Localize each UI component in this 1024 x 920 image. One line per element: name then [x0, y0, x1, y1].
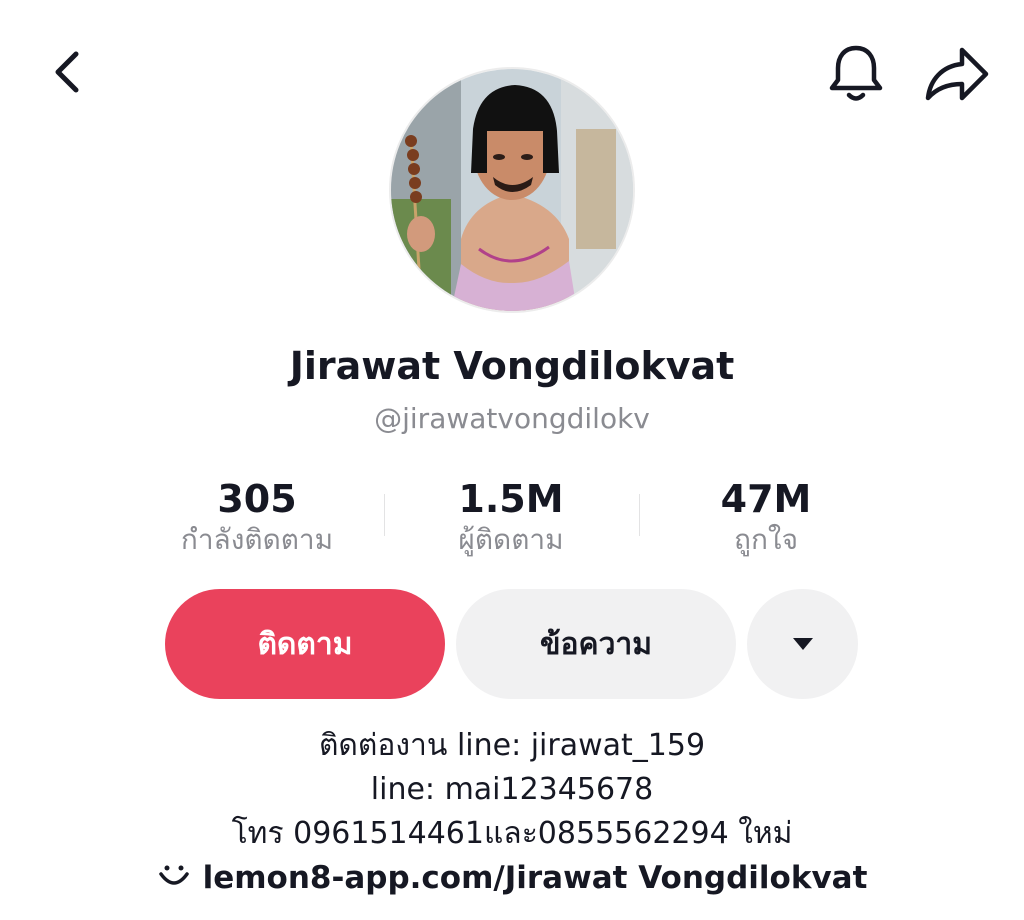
- more-options-button[interactable]: [747, 589, 858, 699]
- lemon8-smile-icon: [158, 865, 189, 885]
- avatar[interactable]: [389, 67, 635, 313]
- stat-following[interactable]: 305 กำลังติดตาม: [157, 478, 357, 560]
- message-button[interactable]: ข้อความ: [456, 589, 736, 699]
- stat-followers-value: 1.5M: [458, 477, 564, 521]
- share-arrow-icon[interactable]: [920, 42, 992, 106]
- stat-likes[interactable]: 47M ถูกใจ: [666, 478, 866, 560]
- stat-followers-label: ผู้ติดตาม: [458, 523, 564, 556]
- profile-name: Jirawat Vongdilokvat: [289, 344, 735, 388]
- bell-icon[interactable]: [822, 40, 890, 108]
- bio-line: line: mai12345678: [370, 772, 654, 807]
- bio-line: ติดต่องาน line: jirawat_159: [318, 728, 706, 763]
- triangle-down-icon: [792, 638, 813, 650]
- follow-button[interactable]: ติดตาม: [165, 589, 445, 699]
- back-chevron-icon[interactable]: [40, 44, 96, 100]
- avatar-photo: [391, 69, 633, 311]
- stat-divider: [639, 494, 640, 536]
- stat-divider: [384, 494, 385, 536]
- stats-row: 305 กำลังติดตาม 1.5M ผู้ติดตาม 47M ถูกใจ: [0, 478, 1024, 558]
- bio: ติดต่องาน line: jirawat_159 line: mai123…: [0, 724, 1024, 856]
- stat-likes-label: ถูกใจ: [734, 523, 798, 556]
- stat-following-label: กำลังติดตาม: [180, 523, 334, 556]
- bio-line: โทร 0961514461และ0855562294 ใหม่: [231, 816, 793, 851]
- stat-following-value: 305: [217, 477, 297, 521]
- stat-followers[interactable]: 1.5M ผู้ติดตาม: [411, 478, 611, 560]
- stat-likes-value: 47M: [720, 477, 812, 521]
- bio-link[interactable]: lemon8-app.com/Jirawat Vongdilokvat: [0, 860, 1024, 896]
- profile-handle: @jirawatvongdilokv: [374, 402, 650, 435]
- bio-link-text[interactable]: lemon8-app.com/Jirawat Vongdilokvat: [203, 860, 868, 896]
